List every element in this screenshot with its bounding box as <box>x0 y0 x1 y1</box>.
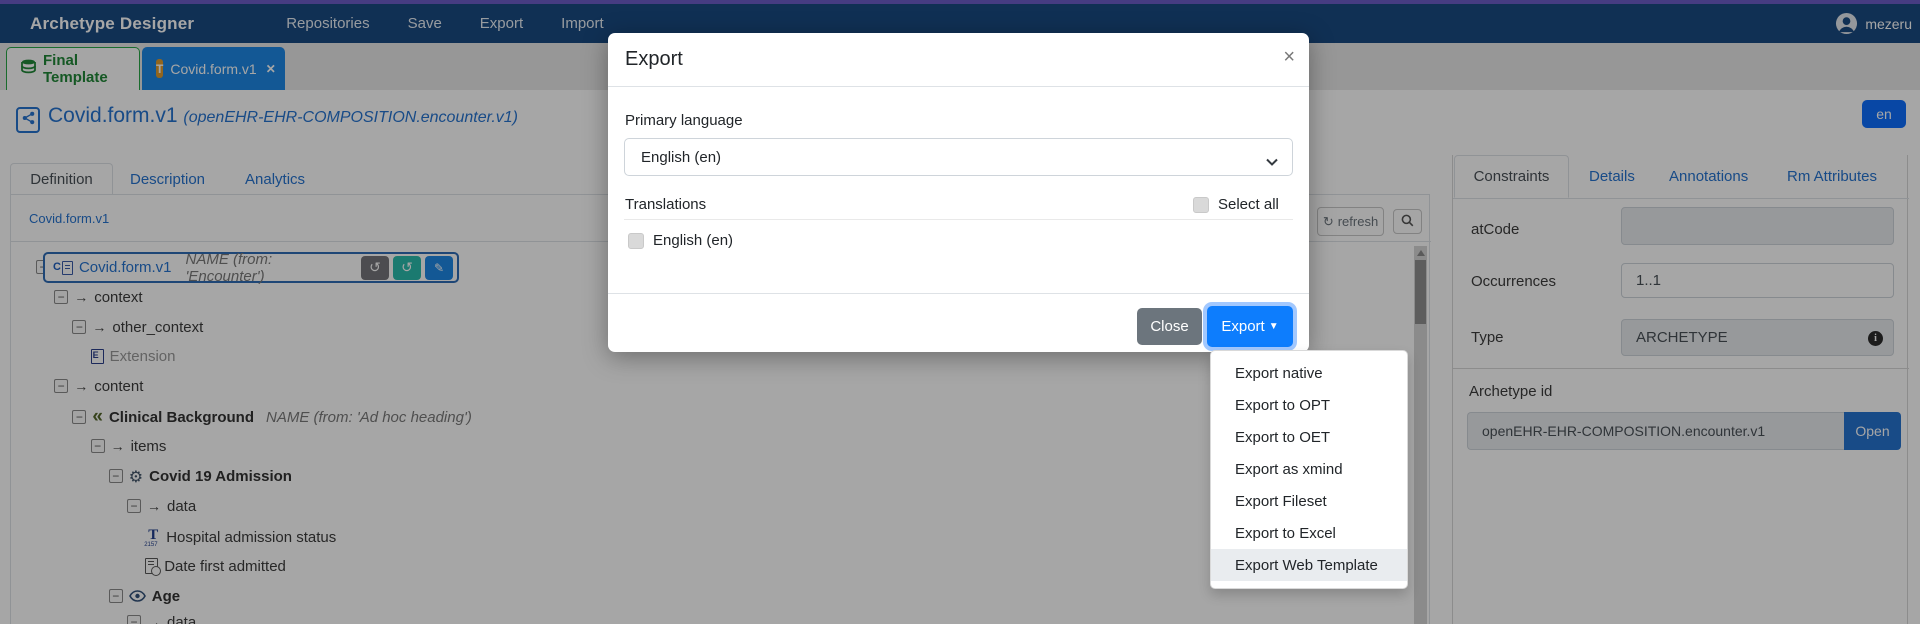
select-all-checkbox[interactable] <box>1193 197 1209 213</box>
menu-item-export-web-template[interactable]: Export Web Template <box>1211 549 1407 581</box>
menu-item-export-fileset[interactable]: Export Fileset <box>1211 485 1407 517</box>
menu-item-export-native[interactable]: Export native <box>1211 357 1407 389</box>
select-all-control: Select all <box>1193 196 1279 213</box>
export-button-label: Export <box>1221 318 1264 335</box>
menu-item-export-to-excel[interactable]: Export to Excel <box>1211 517 1407 549</box>
export-dropdown-menu: Export nativeExport to OPTExport to OETE… <box>1210 350 1408 589</box>
app-window: Archetype Designer Repositories Save Exp… <box>0 0 1920 624</box>
primary-language-select[interactable]: English (en) <box>624 138 1293 176</box>
menu-item-export-as-xmind[interactable]: Export as xmind <box>1211 453 1407 485</box>
modal-footer-divider <box>608 293 1309 294</box>
close-button[interactable]: Close <box>1137 308 1202 345</box>
translation-label: English (en) <box>653 232 733 249</box>
modal-header: Export × <box>608 33 1309 87</box>
chevron-down-icon <box>1266 153 1278 170</box>
menu-item-export-to-oet[interactable]: Export to OET <box>1211 421 1407 453</box>
translations-label: Translations <box>625 196 706 213</box>
modal-title: Export <box>625 48 683 71</box>
selected-language: English (en) <box>641 149 721 166</box>
translation-item: English (en) <box>628 232 733 249</box>
export-modal: Export × Primary language English (en) T… <box>608 33 1309 352</box>
export-dropdown-button[interactable]: Export ▼ <box>1207 306 1293 347</box>
primary-language-label: Primary language <box>625 112 743 129</box>
menu-item-export-to-opt[interactable]: Export to OPT <box>1211 389 1407 421</box>
translations-divider <box>624 219 1293 220</box>
translation-checkbox[interactable] <box>628 233 644 249</box>
close-icon[interactable]: × <box>1283 47 1295 67</box>
caret-down-icon: ▼ <box>1269 321 1279 332</box>
select-all-label: Select all <box>1218 196 1279 213</box>
